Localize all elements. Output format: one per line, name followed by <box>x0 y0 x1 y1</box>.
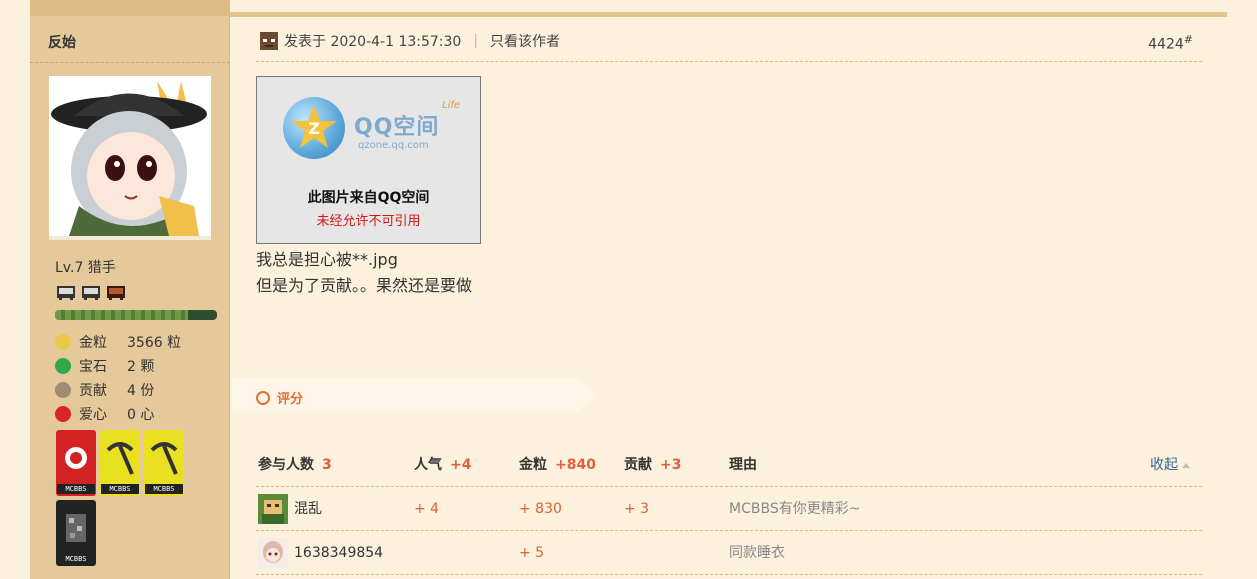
rating-table-header: 参与人数 3 人气 +4 金粒 +840 贡献 +3 理由 收起 <box>256 443 1202 487</box>
rater-contribution: + 3 <box>624 501 650 517</box>
level-progress-bar <box>55 310 217 320</box>
author-head-icon <box>260 32 278 50</box>
stat-contribution: 贡献 4 份 <box>55 378 181 402</box>
post-line: 但是为了贡献。。果然还是要做 <box>256 276 473 295</box>
post-floor[interactable]: 4424# <box>1148 33 1193 53</box>
stat-label: 宝石 <box>79 359 107 375</box>
stat-gold: 金粒 3566 粒 <box>55 330 181 354</box>
qq-logo-text: QQ空间 <box>354 115 440 140</box>
table-row: 混乱 + 4 + 830 + 3 MCBBS有你更精彩~ <box>256 487 1202 531</box>
qq-logo-sub: qzone.qq.com <box>358 140 429 151</box>
rater-reason: MCBBS有你更精彩~ <box>729 501 861 517</box>
user-avatar <box>258 494 288 524</box>
reason-header: 理由 <box>729 457 757 473</box>
contribution-icon <box>55 382 71 398</box>
table-row: 1638349854 + 5 同款睡衣 <box>256 531 1202 575</box>
gold-nugget-icon <box>55 334 71 350</box>
qq-zone-image[interactable]: Z QQ空间 qzone.qq.com Life 此图片来自QQ空间 未经允许不… <box>256 76 481 244</box>
author-avatar[interactable] <box>49 76 211 240</box>
apple-heart-icon <box>55 406 71 422</box>
qq-zone-star-icon: Z <box>283 97 345 159</box>
meta-separator: | <box>473 33 479 49</box>
rater-name: 混乱 <box>294 501 322 517</box>
sidebar-divider <box>30 62 230 63</box>
rater-gold: + 5 <box>519 545 545 561</box>
post-line: 我总是担心被**.jpg <box>256 250 398 269</box>
user-avatar <box>258 538 288 568</box>
participants-header: 参与人数 3 <box>258 457 332 473</box>
stat-value: 4 份 <box>127 383 155 399</box>
chevron-up-icon <box>1182 462 1190 468</box>
qq-logo-life: Life <box>442 100 461 111</box>
medal-ore[interactable]: MCBBS <box>56 500 96 566</box>
stat-label: 爱心 <box>79 407 107 423</box>
floor-mark: # <box>1183 33 1193 46</box>
post-body: 我总是担心被**.jpg 但是为了贡献。。果然还是要做 <box>256 247 472 299</box>
emerald-icon <box>55 358 71 374</box>
stat-value: 2 颗 <box>127 359 155 375</box>
post-date: 发表于 2020-4-1 13:57:30 <box>284 34 462 50</box>
svg-text:Z: Z <box>308 119 320 138</box>
post-meta: 发表于 2020-4-1 13:57:30 | 只看该作者 <box>260 31 560 51</box>
stat-gem: 宝石 2 颗 <box>55 354 181 378</box>
medal-tag: MCBBS <box>57 554 95 564</box>
rater-user[interactable]: 1638349854 <box>258 531 383 575</box>
medal-tag: MCBBS <box>57 484 95 494</box>
rater-user[interactable]: 混乱 <box>258 487 322 531</box>
only-author-link[interactable]: 只看该作者 <box>490 31 560 51</box>
medal-pickaxe[interactable]: MCBBS <box>100 430 140 496</box>
stat-value: 3566 粒 <box>127 335 182 351</box>
gold-header: 金粒 +840 <box>519 457 596 473</box>
author-sidebar: 反始 Lv.7 猎手 金粒 3566 粒 宝石 2 颗 贡献 4 份 爱心 0 … <box>30 0 230 579</box>
helmet-icon <box>57 286 75 300</box>
rating-tab[interactable]: 评分 <box>256 388 303 407</box>
sidebar-top-bar <box>30 0 230 16</box>
medal-pickaxe[interactable]: MCBBS <box>144 430 184 496</box>
qq-image-line1: 此图片来自QQ空间 <box>307 190 430 206</box>
author-username[interactable]: 反始 <box>48 32 76 52</box>
medal-list: MCBBS MCBBS MCBBS MCBBS <box>56 430 196 566</box>
stat-label: 金粒 <box>79 335 107 351</box>
contribution-header: 贡献 +3 <box>624 457 682 473</box>
level-icons <box>55 284 127 302</box>
page-background-left <box>0 0 30 579</box>
helmet-icon <box>107 286 125 300</box>
stat-love: 爱心 0 心 <box>55 402 181 426</box>
medal-tag: MCBBS <box>101 484 139 494</box>
medal-tag: MCBBS <box>145 484 183 494</box>
circle-icon <box>256 390 270 405</box>
level-progress-fill <box>55 310 188 320</box>
rater-gold: + 830 <box>519 501 562 517</box>
medal-redstone[interactable]: MCBBS <box>56 430 96 496</box>
rating-table: 参与人数 3 人气 +4 金粒 +840 贡献 +3 理由 收起 混乱 + 4 + 83… <box>256 443 1202 575</box>
author-stats: 金粒 3566 粒 宝石 2 颗 贡献 4 份 爱心 0 心 <box>55 330 181 426</box>
rater-name: 1638349854 <box>294 545 384 561</box>
author-level: Lv.7 猎手 <box>55 260 116 276</box>
rating-label: 评分 <box>277 392 304 407</box>
helmet-icon <box>82 286 100 300</box>
post-top-border <box>230 12 1227 17</box>
stat-label: 贡献 <box>79 383 107 399</box>
stat-value: 0 心 <box>127 407 155 423</box>
popularity-header: 人气 +4 <box>414 457 472 473</box>
rater-reason: 同款睡衣 <box>729 545 785 561</box>
rater-popularity: + 4 <box>414 501 440 517</box>
qq-image-line2: 未经允许不可引用 <box>316 214 421 229</box>
floor-number: 4424 <box>1148 36 1184 53</box>
meta-divider <box>256 61 1202 62</box>
collapse-button[interactable]: 收起 <box>1150 443 1190 487</box>
